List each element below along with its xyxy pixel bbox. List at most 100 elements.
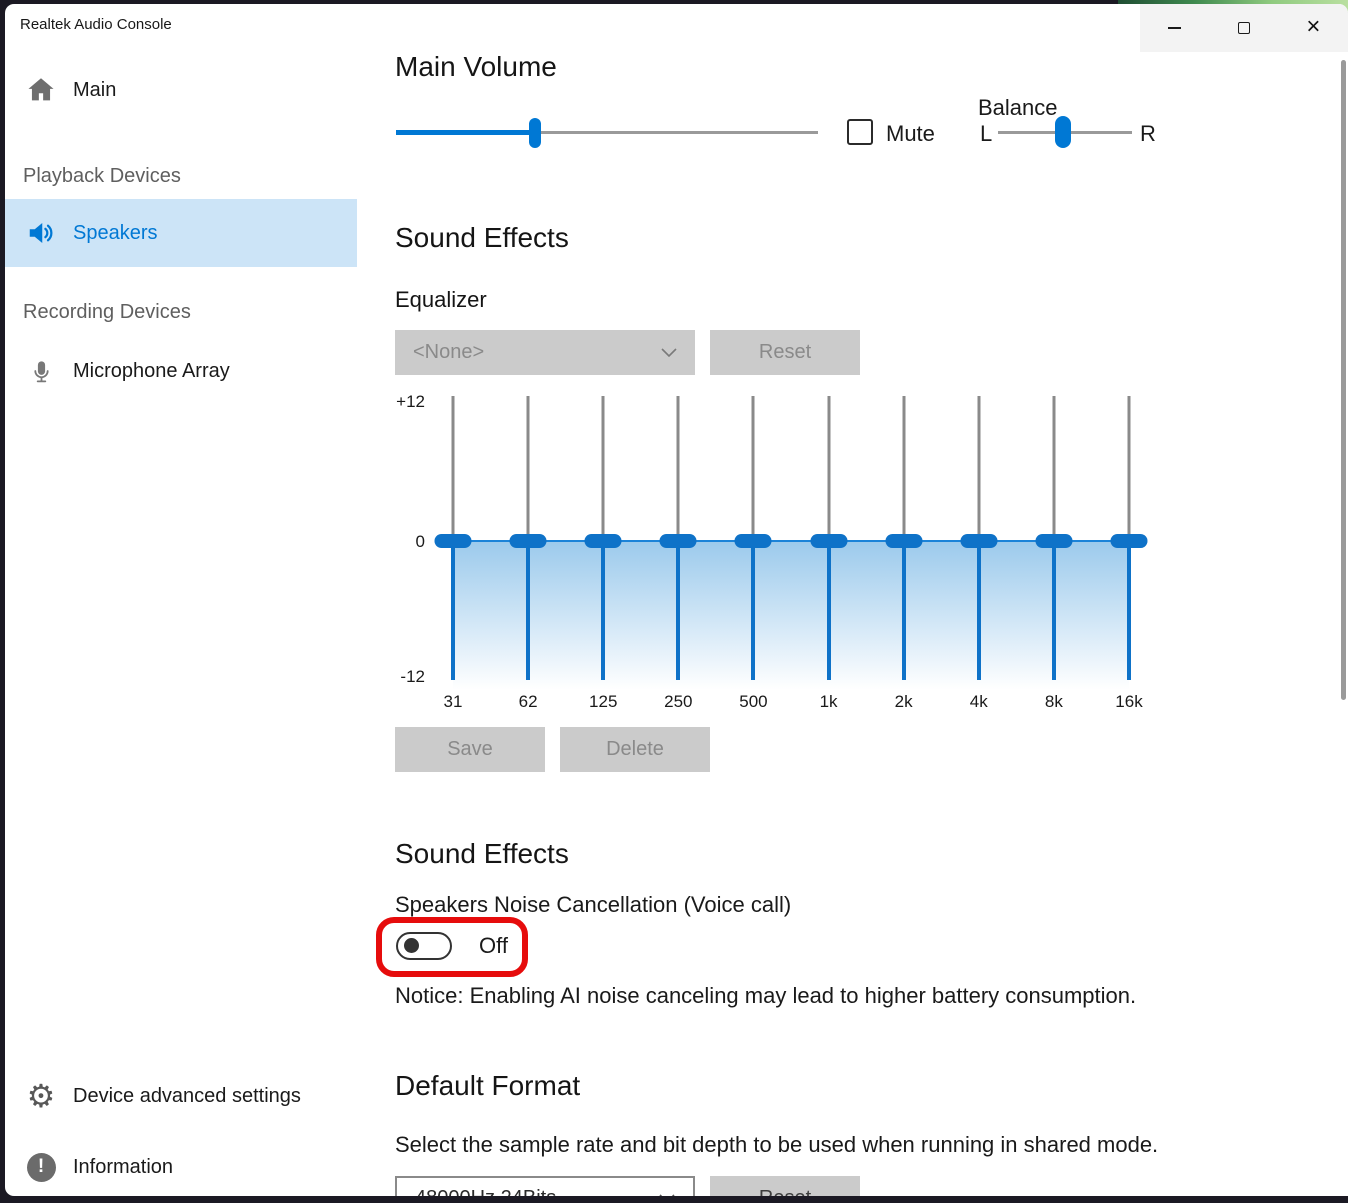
volume-slider-thumb[interactable] [529,118,541,148]
sidebar-item-label: Microphone Array [73,360,230,383]
toggle-knob [404,938,419,953]
eq-track-upper[interactable] [752,396,755,534]
eq-frequency-label: 250 [664,692,692,712]
sidebar-item-label: Information [73,1156,173,1179]
notice-text: Notice: Enabling AI noise canceling may … [395,983,1136,1009]
eq-fill-gradient [453,542,1129,690]
close-button[interactable]: × [1279,4,1348,52]
speaker-icon [25,218,57,248]
eq-scale-mid: 0 [375,532,425,552]
eq-zero-line [453,540,1129,542]
eq-slider-thumb[interactable] [510,534,547,548]
eq-track-upper[interactable] [452,396,455,534]
sidebar-item-main[interactable]: Main [5,66,357,114]
sidebar-item-label: Device advanced settings [73,1085,301,1108]
eq-track-lower[interactable] [601,548,605,680]
eq-frequency-label: 31 [444,692,463,712]
toggle-state-label: Off [479,932,508,960]
window-controls: × [1140,4,1348,52]
equalizer-sliders: 31621252505001k2k4k8k16k [453,396,1129,716]
eq-slider-thumb[interactable] [660,534,697,548]
eq-track-lower[interactable] [526,548,530,680]
sidebar-item-label: Speakers [73,222,158,245]
eq-frequency-label: 125 [589,692,617,712]
noise-cancellation-label: Speakers Noise Cancellation (Voice call) [395,892,791,918]
default-format-dropdown[interactable]: 48000Hz 24Bits [395,1176,695,1196]
eq-track-lower[interactable] [1127,548,1131,680]
default-format-heading: Default Format [395,1070,580,1102]
eq-slider-thumb[interactable] [1111,534,1148,548]
eq-slider-thumb[interactable] [735,534,772,548]
eq-track-lower[interactable] [977,548,981,680]
eq-frequency-label: 16k [1115,692,1142,712]
eq-track-lower[interactable] [451,548,455,680]
eq-track-lower[interactable] [1052,548,1056,680]
eq-scale-max: +12 [375,392,425,412]
main-volume-heading: Main Volume [395,51,557,83]
minimize-button[interactable] [1140,4,1209,52]
eq-slider-thumb[interactable] [1035,534,1072,548]
eq-slider-thumb[interactable] [885,534,922,548]
balance-label: Balance [978,95,1058,121]
window-title: Realtek Audio Console [20,16,172,33]
sound-effects-heading: Sound Effects [395,222,569,254]
eq-track-lower[interactable] [902,548,906,680]
eq-slider-thumb[interactable] [960,534,997,548]
eq-frequency-label: 2k [895,692,913,712]
balance-left-label: L [980,121,992,147]
noise-cancellation-toggle[interactable] [396,932,452,960]
eq-track-upper[interactable] [602,396,605,534]
eq-track-lower[interactable] [751,548,755,680]
sidebar-item-speakers[interactable]: Speakers [5,199,357,267]
eq-track-upper[interactable] [527,396,530,534]
equalizer-preset-dropdown[interactable]: <None> [395,330,695,375]
default-format-description: Select the sample rate and bit depth to … [395,1132,1158,1158]
eq-frequency-label: 500 [739,692,767,712]
maximize-icon [1238,22,1250,34]
mute-checkbox[interactable] [847,119,873,145]
balance-slider-thumb[interactable] [1055,116,1071,148]
equalizer-save-button[interactable]: Save [395,727,545,772]
eq-track-upper[interactable] [677,396,680,534]
equalizer-label: Equalizer [395,287,487,313]
vertical-scrollbar[interactable] [1341,60,1346,700]
home-icon [25,74,57,106]
eq-slider-thumb[interactable] [435,534,472,548]
playback-devices-section-label: Playback Devices [23,165,181,188]
minimize-icon [1168,27,1181,29]
default-format-reset-button[interactable]: Reset [710,1176,860,1196]
sidebar-item-device-advanced-settings[interactable]: ⚙ Device advanced settings [5,1072,357,1120]
eq-track-upper[interactable] [1052,396,1055,534]
maximize-button[interactable] [1209,4,1278,52]
equalizer-reset-button[interactable]: Reset [710,330,860,375]
eq-track-upper[interactable] [902,396,905,534]
eq-frequency-label: 62 [519,692,538,712]
microphone-icon [25,358,57,385]
sound-effects-heading-2: Sound Effects [395,838,569,870]
eq-track-upper[interactable] [1128,396,1131,534]
chevron-down-icon [661,348,677,357]
eq-slider-thumb[interactable] [810,534,847,548]
eq-frequency-label: 8k [1045,692,1063,712]
balance-right-label: R [1140,121,1156,147]
realtek-audio-console-window: Realtek Audio Console × Main Playback De… [5,4,1348,1196]
screen: Realtek Audio Console × Main Playback De… [0,0,1348,1203]
sidebar-item-information[interactable]: ! Information [5,1143,357,1191]
eq-track-upper[interactable] [977,396,980,534]
eq-slider-thumb[interactable] [585,534,622,548]
chevron-down-icon [659,1194,675,1196]
eq-track-lower[interactable] [827,548,831,680]
sidebar-item-label: Main [73,79,116,102]
eq-frequency-label: 4k [970,692,988,712]
close-icon: × [1306,15,1320,39]
eq-frequency-label: 1k [820,692,838,712]
eq-track-lower[interactable] [676,548,680,680]
info-icon: ! [25,1153,57,1182]
eq-scale-min: -12 [375,667,425,687]
equalizer-delete-button[interactable]: Delete [560,727,710,772]
equalizer-preset-value: <None> [413,341,661,364]
sidebar-item-microphone-array[interactable]: Microphone Array [5,347,357,395]
gear-icon: ⚙ [25,1080,57,1112]
eq-track-upper[interactable] [827,396,830,534]
mute-label: Mute [886,121,935,147]
